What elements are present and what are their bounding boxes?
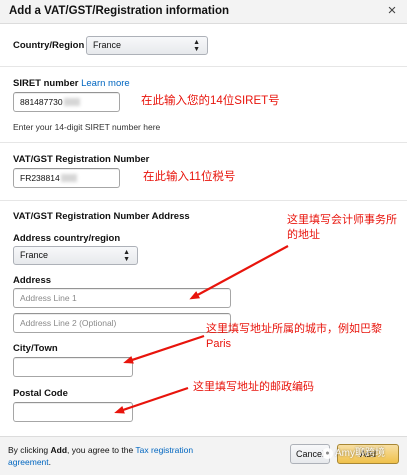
footer-text-suffix: .: [48, 457, 52, 467]
footer-text-middle: , you agree to the: [67, 445, 136, 455]
annotation-arrows: [114, 245, 289, 414]
cancel-button[interactable]: Cancel: [290, 444, 330, 464]
footer-agreement-text: By clicking Add, you agree to the Tax re…: [8, 444, 208, 468]
arrow-to-postal: [114, 386, 189, 414]
footer-text-prefix: By clicking: [8, 445, 51, 455]
footer-text-bold: Add: [50, 445, 68, 455]
add-button[interactable]: Add: [337, 444, 399, 464]
arrow-to-city: [123, 334, 205, 364]
arrow-to-address: [189, 245, 289, 300]
